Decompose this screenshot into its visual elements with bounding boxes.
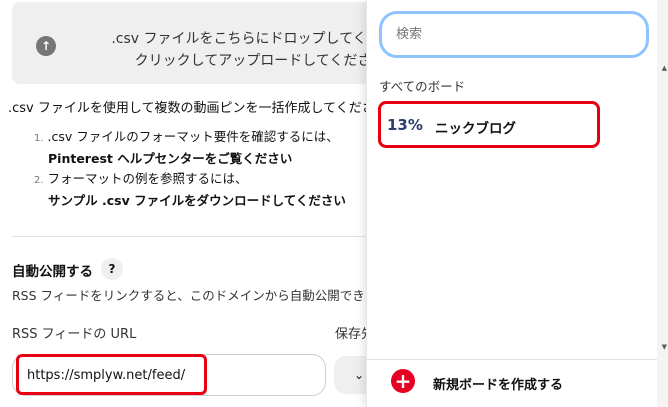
board-select-button[interactable]: ⌄ bbox=[334, 356, 368, 394]
csv-drop-zone[interactable]: ↑ .csv ファイルをこちらにドロップしてください クリックしてアップロードし… bbox=[12, 2, 368, 84]
scroll-down-icon[interactable]: ▼ bbox=[662, 343, 667, 351]
help-center-link[interactable]: Pinterest ヘルプセンターをご覧ください bbox=[34, 149, 346, 169]
popup-divider bbox=[367, 359, 657, 360]
step-2: 2. フォーマットの例を参照するには、 サンプル .csv ファイルをダウンロード… bbox=[34, 169, 346, 211]
popup-scrollbar[interactable]: ▲ ▼ bbox=[657, 0, 668, 407]
scroll-up-icon[interactable]: ▲ bbox=[662, 64, 667, 72]
step-1: 1. .csv ファイルのフォーマット要件を確認するには、 Pinterest ヘ… bbox=[34, 127, 346, 169]
auto-publish-description: RSS フィードをリンクすると、このドメインから自動公開できます bbox=[12, 288, 368, 303]
board-search-input[interactable] bbox=[379, 11, 649, 58]
intro-text: .csv ファイルを使用して複数の動画ピンを一括作成してください bbox=[8, 101, 368, 116]
section-divider bbox=[12, 236, 368, 237]
help-icon[interactable]: ? bbox=[101, 258, 123, 280]
save-to-label: 保存先 bbox=[335, 327, 368, 342]
chevron-down-icon: ⌄ bbox=[354, 368, 365, 382]
drop-zone-text: .csv ファイルをこちらにドロップしてください クリックしてアップロードしてく… bbox=[111, 31, 368, 69]
create-board-button[interactable]: 新規ボードを作成する bbox=[433, 374, 563, 393]
all-boards-label: すべてのボード bbox=[379, 79, 466, 94]
sample-csv-link[interactable]: サンプル .csv ファイルをダウンロードしてください bbox=[34, 191, 346, 211]
rss-url-label: RSS フィードの URL bbox=[12, 327, 137, 342]
auto-publish-title: 自動公開する bbox=[12, 264, 93, 280]
upload-arrow-icon: ↑ bbox=[36, 36, 56, 56]
board-highlight-box bbox=[378, 101, 600, 148]
instruction-steps: 1. .csv ファイルのフォーマット要件を確認するには、 Pinterest ヘ… bbox=[34, 127, 346, 211]
upload-panel: ↑ .csv ファイルをこちらにドロップしてください クリックしてアップロードし… bbox=[0, 0, 368, 407]
plus-icon[interactable]: + bbox=[391, 369, 415, 393]
board-picker-popup: すべてのボード 13% ニックブログ ▲ ▼ + 新規ボードを作成する bbox=[366, 0, 668, 407]
rss-highlight-box bbox=[16, 354, 207, 395]
